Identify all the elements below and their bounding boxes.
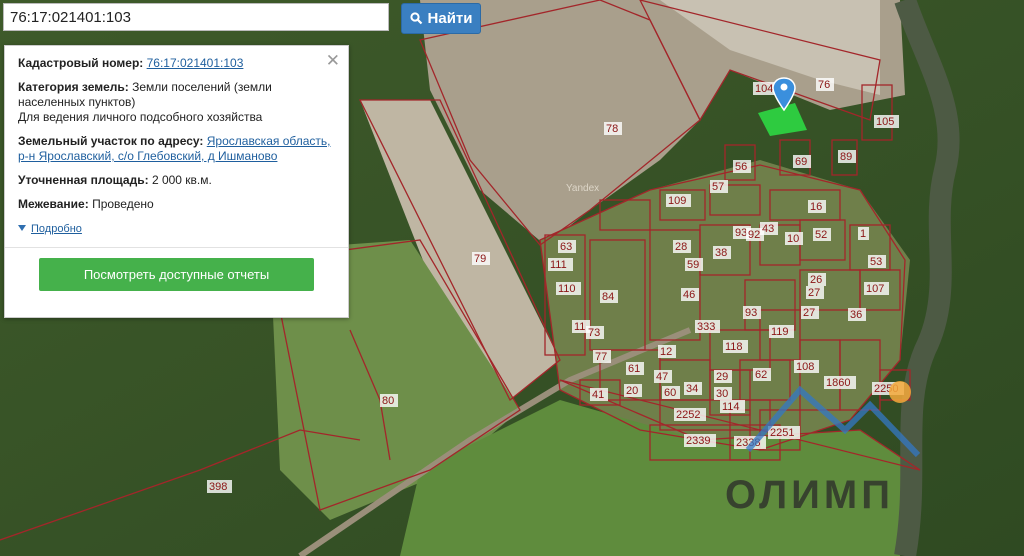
address-label: Земельный участок по адресу: [18, 134, 204, 148]
parcel-number-label: 77 [595, 351, 607, 363]
parcel-number-label: 43 [762, 223, 774, 235]
parcel-number-label: 57 [712, 181, 724, 193]
survey-value: Проведено [92, 197, 154, 211]
area-label: Уточненная площадь: [18, 173, 149, 187]
parcel-number-label: 109 [668, 195, 686, 207]
parcel-number-label: 93 [745, 307, 757, 319]
parcel-number-label: 1860 [826, 377, 850, 389]
parcel-number-label: 2252 [676, 409, 700, 421]
panel-divider [5, 247, 348, 248]
parcel-number-label: 84 [602, 291, 614, 303]
cadastral-row: Кадастровый номер: 76:17:021401:103 [18, 56, 335, 71]
parcel-number-label: 28 [675, 241, 687, 253]
close-icon[interactable]: ✕ [326, 51, 340, 71]
search-button-label: Найти [427, 10, 473, 27]
parcel-number-label: 105 [876, 116, 894, 128]
parcel-number-label: 60 [664, 387, 676, 399]
parcel-number-label: 63 [560, 241, 572, 253]
parcel-number-label: 41 [592, 389, 604, 401]
parcel-number-label: 2251 [770, 427, 794, 439]
parcel-number-label: 29 [716, 371, 728, 383]
parcel-number-label: 69 [795, 156, 807, 168]
parcel-number-label: 92 [748, 229, 760, 241]
parcel-number-label: 26 [810, 274, 822, 286]
parcel-number-label: 104 [755, 83, 773, 95]
parcel-number-label: 119 [771, 326, 789, 338]
more-link[interactable]: Подробно [31, 223, 82, 235]
svg-text:ОЛИМП: ОЛИМП [725, 473, 894, 517]
parcel-number-label: 30 [716, 388, 728, 400]
view-reports-button[interactable]: Посмотреть доступные отчеты [39, 258, 314, 291]
parcel-number-label: 38 [715, 247, 727, 259]
parcel-number-label: 61 [628, 363, 640, 375]
category-value-2: населенных пунктов) [18, 95, 136, 109]
category-value-1: Земли поселений (земли [132, 80, 272, 94]
parcel-number-label: 10 [787, 233, 799, 245]
parcel-number-label: 34 [686, 383, 698, 395]
cadastral-number-link[interactable]: 76:17:021401:103 [147, 56, 244, 70]
category-row: Категория земель: Земли поселений (земли… [18, 80, 335, 125]
parcel-number-label: 46 [683, 289, 695, 301]
parcel-number-label: 76 [818, 79, 830, 91]
expand-triangle-icon [18, 225, 26, 231]
parcel-number-label: 89 [840, 151, 852, 163]
cluster-marker[interactable] [889, 381, 911, 403]
address-link-2[interactable]: р-н Ярославский, с/о Глебовский, д Ишман… [18, 149, 277, 163]
parcel-number-label: 118 [725, 341, 743, 353]
parcel-number-label: 36 [850, 309, 862, 321]
parcel-number-label: 333 [697, 321, 715, 333]
survey-row: Межевание: Проведено [18, 197, 335, 212]
parcel-number-label: 16 [810, 201, 822, 213]
parcel-number-label: 11 [574, 321, 585, 333]
category-label: Категория земель: [18, 80, 129, 94]
parcel-number-label: 2339 [686, 435, 710, 447]
parcel-number-label: 53 [870, 256, 882, 268]
parcel-number-label: 108 [796, 361, 814, 373]
search-button[interactable]: Найти [401, 3, 481, 34]
parcel-number-label: 114 [722, 401, 740, 413]
address-link-1[interactable]: Ярославская область, [207, 134, 331, 148]
more-row[interactable]: Подробно [18, 221, 335, 237]
parcel-number-label: 111 [550, 259, 567, 271]
cadastral-label: Кадастровый номер: [18, 56, 144, 70]
parcel-number-label: 12 [660, 346, 672, 358]
parcel-number-label: 56 [735, 161, 747, 173]
parcel-number-label: 93 [735, 227, 747, 239]
address-row: Земельный участок по адресу: Ярославская… [18, 134, 335, 164]
parcel-number-label: 79 [474, 253, 486, 265]
search-input[interactable]: 76:17:021401:103 [3, 3, 389, 31]
parcel-number-label: 398 [209, 481, 227, 493]
parcel-number-label: 27 [803, 307, 815, 319]
survey-label: Межевание: [18, 197, 89, 211]
parcel-number-label: 107 [866, 283, 884, 295]
parcel-number-label: 27 [808, 287, 820, 299]
parcel-number-label: 59 [687, 259, 699, 271]
parcel-number-label: 1 [860, 228, 866, 240]
area-value: 2 000 кв.м. [151, 173, 212, 187]
parcel-number-label: 62 [755, 369, 767, 381]
parcel-number-label: 73 [588, 327, 600, 339]
parcel-number-label: 80 [382, 395, 394, 407]
parcel-number-label: 78 [606, 123, 618, 135]
parcel-number-label: 47 [656, 371, 668, 383]
magnifier-icon [409, 12, 422, 25]
usage-value: Для ведения личного подсобного хозяйства [18, 110, 263, 124]
parcel-number-label: 20 [626, 385, 638, 397]
area-row: Уточненная площадь: 2 000 кв.м. [18, 173, 335, 188]
map-provider-label: Yandex [566, 183, 599, 194]
parcel-info-panel: ✕ Кадастровый номер: 76:17:021401:103 Ка… [4, 45, 349, 318]
parcel-number-label: 52 [815, 229, 827, 241]
parcel-number-label: 110 [558, 283, 576, 295]
